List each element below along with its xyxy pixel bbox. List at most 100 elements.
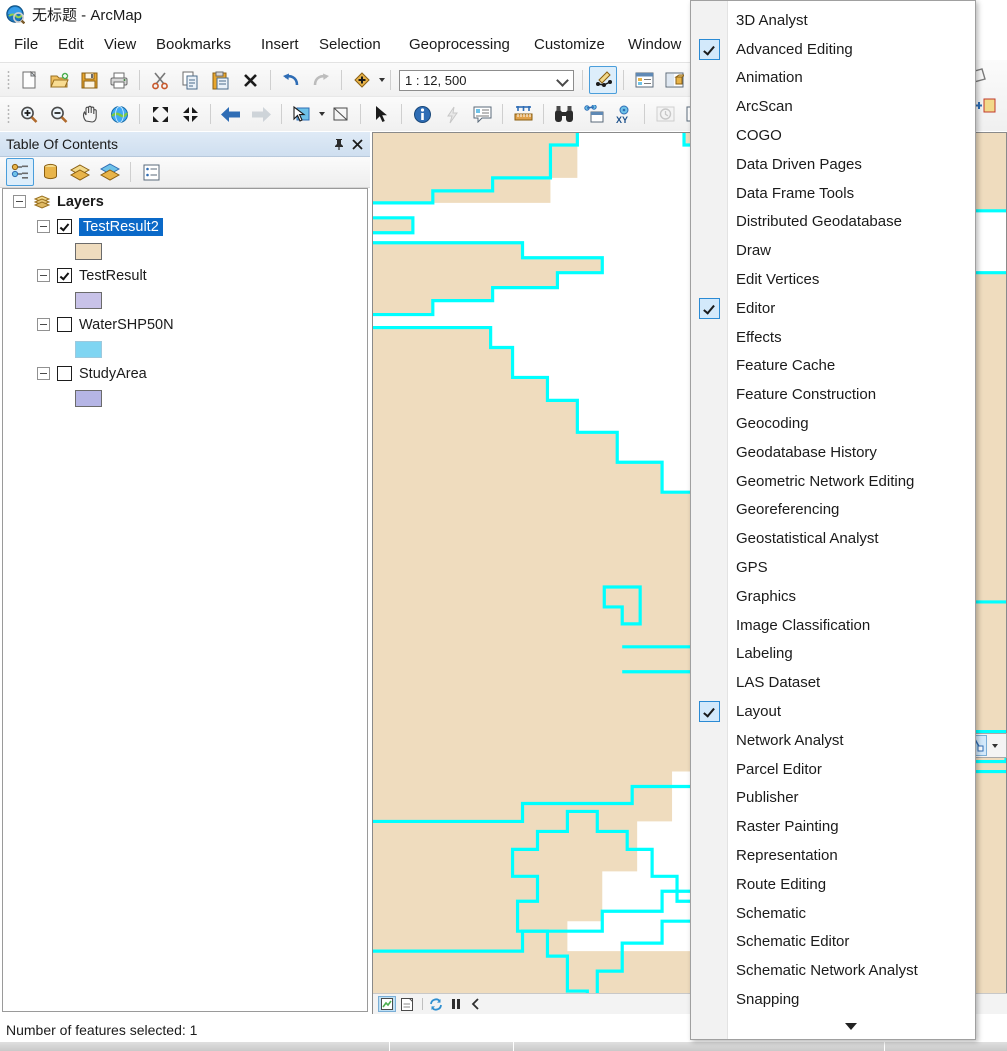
expander-icon[interactable]	[13, 195, 26, 208]
dropdown-item-snapping[interactable]: Snapping	[691, 985, 975, 1014]
dropdown-item-schematic[interactable]: Schematic	[691, 899, 975, 928]
pause-drawing-icon[interactable]	[447, 996, 465, 1012]
find-route-icon[interactable]	[580, 100, 608, 128]
dropdown-item-las-dataset[interactable]: LAS Dataset	[691, 668, 975, 697]
dropdown-item-data-driven-pages[interactable]: Data Driven Pages	[691, 150, 975, 179]
dropdown-item-arcscan[interactable]: ArcScan	[691, 92, 975, 121]
print-icon[interactable]	[105, 66, 133, 94]
layer-visibility-checkbox[interactable]	[57, 268, 72, 283]
select-features-icon[interactable]	[288, 100, 316, 128]
dropdown-item-effects[interactable]: Effects	[691, 323, 975, 352]
catalog-icon[interactable]	[660, 66, 688, 94]
dropdown-item-advanced-editing[interactable]: Advanced Editing	[691, 35, 975, 64]
expander-icon[interactable]	[37, 318, 50, 331]
layer-symbol-swatch[interactable]	[75, 242, 102, 260]
dropdown-item-list[interactable]: 3D Analyst Advanced Editing Animation ArcSc…	[691, 6, 975, 1014]
new-document-icon[interactable]	[15, 66, 43, 94]
redo-icon[interactable]	[307, 66, 335, 94]
dropdown-item-publisher[interactable]: Publisher	[691, 784, 975, 813]
layer-row-watershp50n[interactable]: WaterSHP50N	[3, 312, 367, 337]
dropdown-item-schematic-editor[interactable]: Schematic Editor	[691, 928, 975, 957]
html-popup-icon[interactable]	[468, 100, 496, 128]
zoom-in-icon[interactable]	[15, 100, 43, 128]
fixed-zoom-in-icon[interactable]	[146, 100, 174, 128]
editor-toolbar-icon[interactable]	[589, 66, 617, 94]
dropdown-item-distributed-geodatabase[interactable]: Distributed Geodatabase	[691, 208, 975, 237]
menu-insert[interactable]: Insert	[255, 34, 305, 55]
select-elements-cursor-icon[interactable]	[367, 100, 395, 128]
dropdown-item-parcel-editor[interactable]: Parcel Editor	[691, 755, 975, 784]
dropdown-item-editor[interactable]: Editor	[691, 294, 975, 323]
copy-icon[interactable]	[176, 66, 204, 94]
layer-visibility-checkbox[interactable]	[57, 317, 72, 332]
layer-visibility-checkbox[interactable]	[57, 366, 72, 381]
menu-customize[interactable]: Customize	[528, 34, 611, 55]
dropdown-item-feature-construction[interactable]: Feature Construction	[691, 380, 975, 409]
go-to-xy-icon[interactable]: XY	[610, 100, 638, 128]
previous-extent-icon[interactable]	[467, 996, 485, 1012]
dropdown-item-raster-painting[interactable]: Raster Painting	[691, 812, 975, 841]
clear-selection-icon[interactable]	[326, 100, 354, 128]
dropdown-item-geodatabase-history[interactable]: Geodatabase History	[691, 438, 975, 467]
dropdown-item-gps[interactable]: GPS	[691, 553, 975, 582]
dropdown-caret-icon[interactable]	[992, 743, 998, 748]
dropdown-item-3d-analyst[interactable]: 3D Analyst	[691, 6, 975, 35]
options-icon[interactable]	[137, 158, 165, 186]
list-by-drawing-order-icon[interactable]	[6, 158, 34, 186]
menu-edit[interactable]: Edit	[52, 34, 90, 55]
layout-view-icon[interactable]	[398, 996, 416, 1012]
dropdown-item-edit-vertices[interactable]: Edit Vertices	[691, 265, 975, 294]
layer-tree[interactable]: Layers TestResult2 TestResult WaterSHP50…	[2, 188, 368, 1012]
menu-window[interactable]: Window	[622, 34, 687, 55]
layer-row-testresult[interactable]: TestResult	[3, 263, 367, 288]
dropdown-item-image-classification[interactable]: Image Classification	[691, 611, 975, 640]
expander-icon[interactable]	[37, 269, 50, 282]
go-next-extent-icon[interactable]	[247, 100, 275, 128]
dropdown-item-representation[interactable]: Representation	[691, 841, 975, 870]
menu-view[interactable]: View	[98, 34, 142, 55]
toolbars-dropdown-menu[interactable]: 3D Analyst Advanced Editing Animation ArcSc…	[690, 0, 976, 1040]
chevron-down-icon[interactable]	[556, 73, 569, 87]
list-by-visibility-icon[interactable]	[66, 158, 94, 186]
toolbar-grip[interactable]	[7, 70, 10, 90]
dropdown-item-graphics[interactable]: Graphics	[691, 582, 975, 611]
dropdown-item-route-editing[interactable]: Route Editing	[691, 870, 975, 899]
identify-icon[interactable]	[408, 100, 436, 128]
pan-icon[interactable]	[75, 100, 103, 128]
layer-visibility-checkbox[interactable]	[57, 219, 72, 234]
dropdown-item-geocoding[interactable]: Geocoding	[691, 409, 975, 438]
layer-tree-root[interactable]: Layers	[3, 189, 367, 214]
menu-selection[interactable]: Selection	[313, 34, 387, 55]
dropdown-item-geometric-network-editing[interactable]: Geometric Network Editing	[691, 467, 975, 496]
select-features-caret-icon[interactable]	[319, 112, 325, 116]
pin-icon[interactable]	[330, 135, 348, 153]
dropdown-item-draw[interactable]: Draw	[691, 236, 975, 265]
expander-icon[interactable]	[37, 367, 50, 380]
dropdown-item-feature-cache[interactable]: Feature Cache	[691, 352, 975, 381]
undo-icon[interactable]	[277, 66, 305, 94]
dropdown-item-animation[interactable]: Animation	[691, 64, 975, 93]
toolbar-grip[interactable]	[7, 104, 10, 124]
add-data-caret-icon[interactable]	[379, 78, 385, 82]
save-icon[interactable]	[75, 66, 103, 94]
fixed-zoom-out-icon[interactable]	[176, 100, 204, 128]
menu-file[interactable]: File	[8, 34, 44, 55]
dropdown-item-cogo[interactable]: COGO	[691, 121, 975, 150]
measure-icon[interactable]	[509, 100, 537, 128]
time-slider-clock-icon[interactable]	[651, 100, 679, 128]
delete-icon[interactable]	[236, 66, 264, 94]
add-data-icon[interactable]	[348, 66, 376, 94]
layer-row-testresult2[interactable]: TestResult2	[3, 214, 367, 239]
dropdown-item-labeling[interactable]: Labeling	[691, 640, 975, 669]
dropdown-item-layout[interactable]: Layout	[691, 697, 975, 726]
open-document-icon[interactable]	[45, 66, 73, 94]
close-icon[interactable]	[348, 135, 366, 153]
layer-symbol-swatch[interactable]	[75, 340, 102, 358]
scroll-down-arrow-icon[interactable]	[727, 1017, 975, 1035]
go-back-extent-icon[interactable]	[217, 100, 245, 128]
paste-icon[interactable]	[206, 66, 234, 94]
menu-bookmarks[interactable]: Bookmarks	[150, 34, 237, 55]
dropdown-item-network-analyst[interactable]: Network Analyst	[691, 726, 975, 755]
layer-symbol-swatch[interactable]	[75, 389, 102, 407]
full-extent-globe-icon[interactable]	[105, 100, 133, 128]
